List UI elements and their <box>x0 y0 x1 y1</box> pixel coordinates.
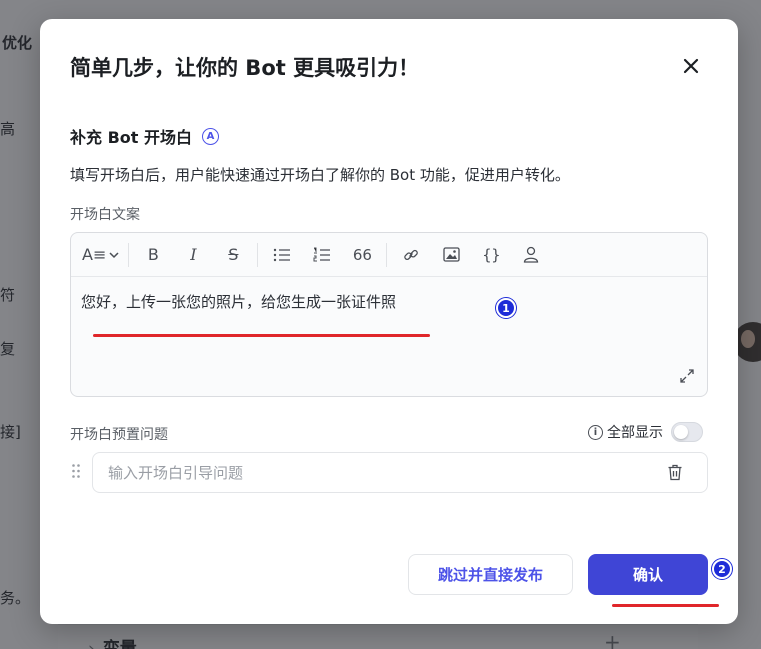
trash-icon <box>668 464 682 481</box>
section-title: 补充 Bot 开场白 A <box>70 124 219 148</box>
show-all-toggle-group: i 全部显示 <box>588 422 703 442</box>
toolbar-divider <box>257 242 259 267</box>
toolbar-divider <box>386 242 388 267</box>
publish-guide-modal: 简单几步，让你的 Bot 更具吸引力！ 补充 Bot 开场白 A 填写开场白后，… <box>40 19 738 624</box>
close-icon <box>683 58 699 74</box>
expand-button[interactable] <box>679 368 697 386</box>
modal-title: 简单几步，让你的 Bot 更具吸引力！ <box>70 56 420 80</box>
user-icon <box>524 246 539 263</box>
bullet-list-button[interactable] <box>267 240 297 270</box>
numbered-list-button[interactable] <box>307 240 337 270</box>
annotation-underline-1 <box>93 334 430 337</box>
strikethrough-button[interactable]: S <box>218 240 248 270</box>
editor-content[interactable]: 您好，上传一张您的照片，给您生成一张证件照 <box>81 291 396 312</box>
annotation-badge-2: 2 <box>712 559 732 579</box>
variable-button[interactable] <box>516 240 546 270</box>
braces-icon: {} <box>482 245 501 264</box>
delete-question-button[interactable] <box>667 464 685 482</box>
text-style-dropdown[interactable]: A≡ <box>82 240 119 270</box>
section-description: 填写开场白后，用户能快速通过开场白了解你的 Bot 功能，促进用户转化。 <box>70 166 570 184</box>
chevron-down-icon <box>109 251 119 258</box>
skip-and-publish-button[interactable]: 跳过并直接发布 <box>408 554 573 595</box>
text-style-icon: A≡ <box>82 245 107 264</box>
confirm-button[interactable]: 确认 <box>588 554 708 595</box>
bold-icon: B <box>147 245 159 264</box>
link-icon <box>404 249 419 260</box>
show-all-label: 全部显示 <box>607 425 663 441</box>
annotation-underline-2 <box>612 604 719 607</box>
code-block-button[interactable]: {} <box>476 240 506 270</box>
numbered-list-icon <box>313 247 331 261</box>
preset-questions-label: 开场白预置问题 <box>70 427 168 443</box>
strikethrough-icon: S <box>228 245 239 264</box>
quote-icon: 66 <box>352 245 372 264</box>
auto-generate-icon[interactable]: A <box>201 127 219 145</box>
opening-text-label: 开场白文案 <box>70 207 140 223</box>
bullet-list-icon <box>274 248 291 261</box>
link-button[interactable] <box>396 240 426 270</box>
bold-button[interactable]: B <box>138 240 168 270</box>
italic-button[interactable]: I <box>178 240 208 270</box>
drag-handle-icon[interactable] <box>71 463 81 479</box>
editor-toolbar: A≡ B I S 66 {} <box>71 233 707 277</box>
close-button[interactable] <box>678 53 704 79</box>
preset-question-input[interactable] <box>92 452 708 493</box>
image-icon <box>443 247 460 262</box>
opening-text-editor[interactable]: A≡ B I S 66 {} 您好，上传一张您的照片，给您生成一张证件照 <box>70 232 708 397</box>
italic-icon: I <box>190 245 197 264</box>
expand-icon <box>680 369 694 383</box>
quote-button[interactable]: 66 <box>347 240 377 270</box>
image-button[interactable] <box>436 240 466 270</box>
toolbar-divider <box>128 242 130 267</box>
toggle-knob <box>674 425 688 439</box>
show-all-toggle[interactable] <box>671 422 703 442</box>
info-icon[interactable]: i <box>588 424 603 440</box>
annotation-badge-1: 1 <box>496 298 516 318</box>
